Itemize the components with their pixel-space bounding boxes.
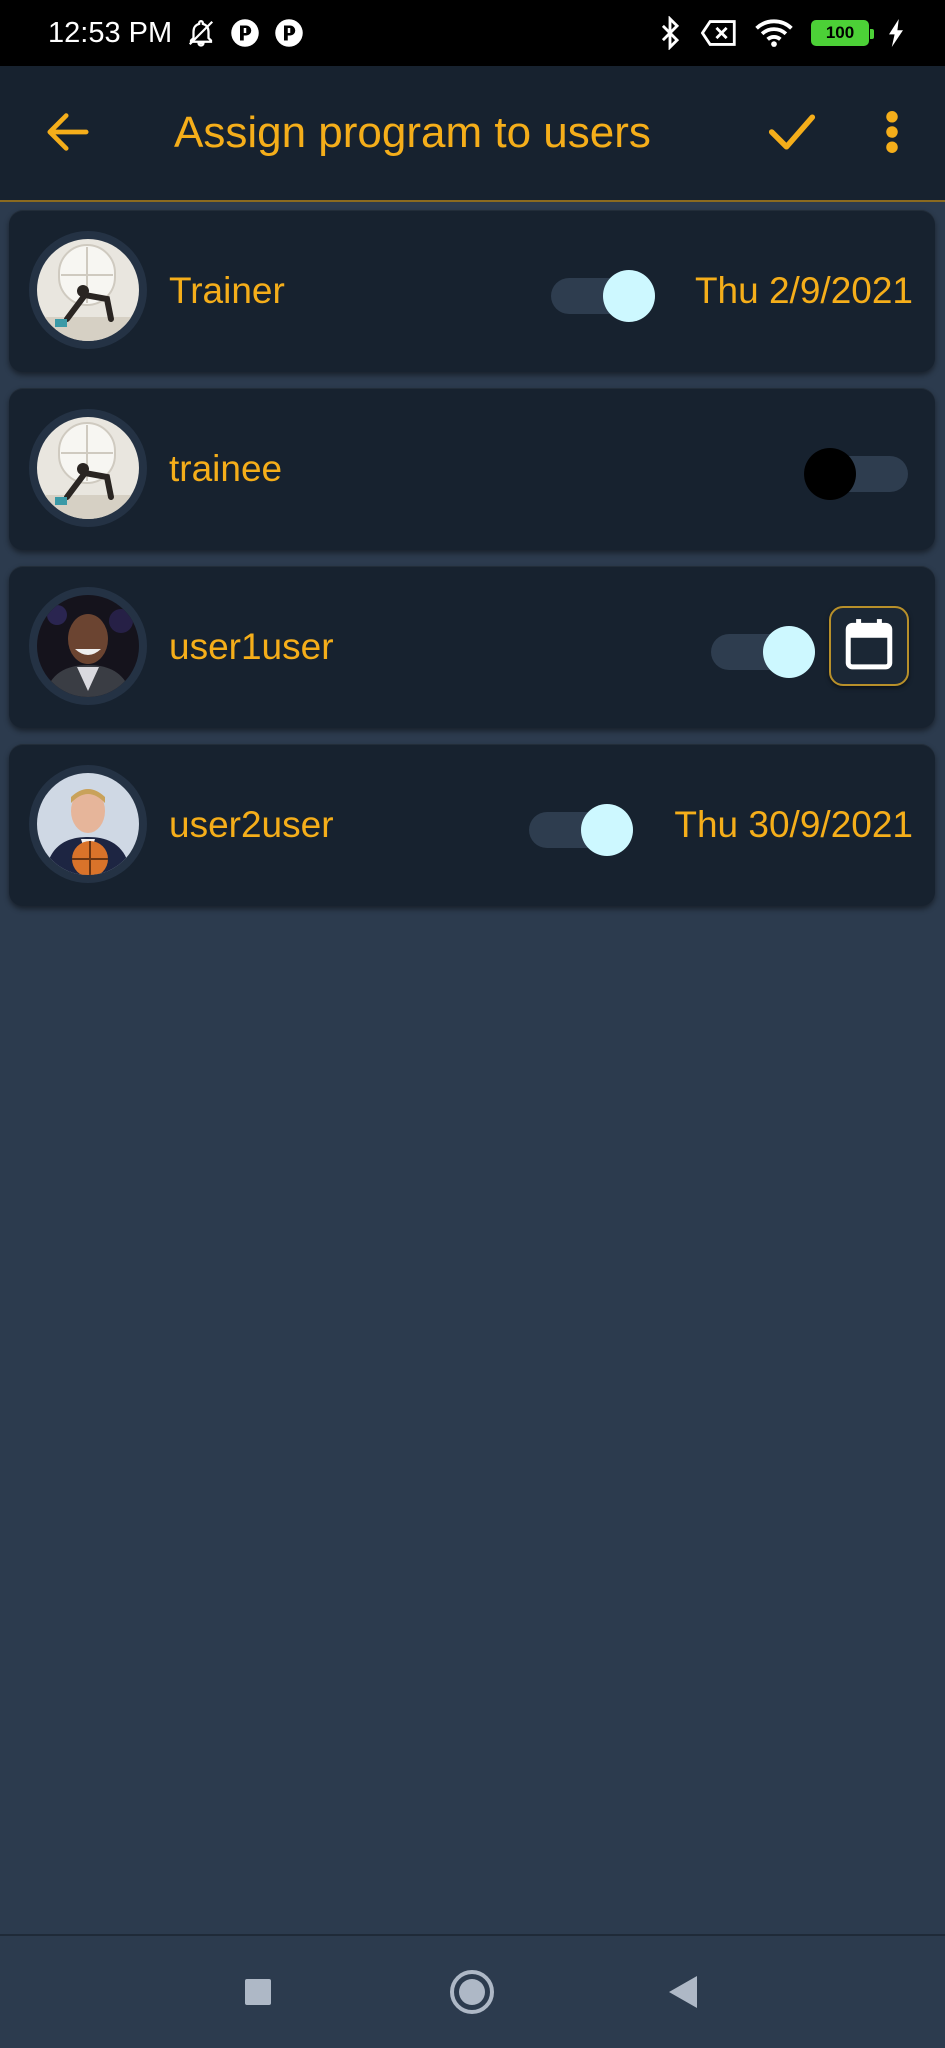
- user-name: user2user: [169, 804, 334, 845]
- recents-button[interactable]: [230, 1966, 286, 2022]
- list-item[interactable]: user1user: [9, 566, 935, 728]
- workout-photo: [37, 417, 139, 519]
- app-icon: [274, 18, 304, 48]
- confirm-button[interactable]: [760, 102, 824, 166]
- avatar: [29, 231, 147, 349]
- more-options-button[interactable]: [868, 102, 916, 166]
- arrow-back-icon: [46, 112, 90, 157]
- date-label[interactable]: Thu 2/9/2021: [695, 210, 913, 372]
- basketball-portrait-photo: [37, 773, 139, 875]
- status-time: 12:53 PM: [48, 16, 173, 49]
- avatar: [29, 765, 147, 883]
- avatar: [29, 409, 147, 527]
- page-title: Assign program to users: [174, 108, 651, 157]
- status-bar: 12:53 PM 100: [0, 0, 945, 66]
- bluetooth-icon: [657, 16, 683, 50]
- app-bar: Assign program to users: [0, 66, 945, 202]
- workout-photo: [37, 239, 139, 341]
- assign-toggle[interactable]: [551, 268, 655, 322]
- app-icon: [230, 18, 260, 48]
- user-name: trainee: [169, 448, 283, 489]
- list-item[interactable]: user2user Thu 30/9/2021: [9, 744, 935, 906]
- home-circle-icon: [448, 1968, 496, 2021]
- back-button[interactable]: [38, 104, 98, 164]
- system-nav-bar: [0, 1934, 945, 2048]
- more-vert-icon: [885, 110, 899, 159]
- toggle-thumb: [763, 626, 815, 678]
- user-name: Trainer: [169, 270, 285, 311]
- toggle-thumb: [603, 270, 655, 322]
- assign-toggle[interactable]: [804, 446, 908, 500]
- list-item[interactable]: trainee: [9, 388, 935, 550]
- portrait-photo: [37, 595, 139, 697]
- wifi-icon: [755, 18, 793, 48]
- assign-toggle[interactable]: [711, 624, 815, 678]
- charging-icon: [887, 19, 905, 47]
- pick-date-button[interactable]: [829, 606, 909, 686]
- check-icon: [768, 113, 816, 156]
- date-label[interactable]: Thu 30/9/2021: [674, 744, 913, 906]
- toggle-thumb: [581, 804, 633, 856]
- calendar-icon: [844, 617, 894, 676]
- back-nav-button[interactable]: [655, 1966, 711, 2022]
- user-list: Trainer Thu 2/9/2021 trainee user1user u…: [9, 210, 935, 922]
- bell-off-icon: [186, 18, 216, 48]
- sim-off-icon: [701, 19, 737, 47]
- recents-square-icon: [243, 1977, 273, 2012]
- user-name: user1user: [169, 626, 334, 667]
- battery-level: 100: [825, 23, 855, 42]
- home-button[interactable]: [444, 1966, 500, 2022]
- back-triangle-icon: [667, 1974, 699, 2015]
- assign-toggle[interactable]: [529, 802, 633, 856]
- toggle-thumb: [804, 448, 856, 500]
- list-item[interactable]: Trainer Thu 2/9/2021: [9, 210, 935, 372]
- avatar: [29, 587, 147, 705]
- battery-icon: 100: [811, 20, 874, 46]
